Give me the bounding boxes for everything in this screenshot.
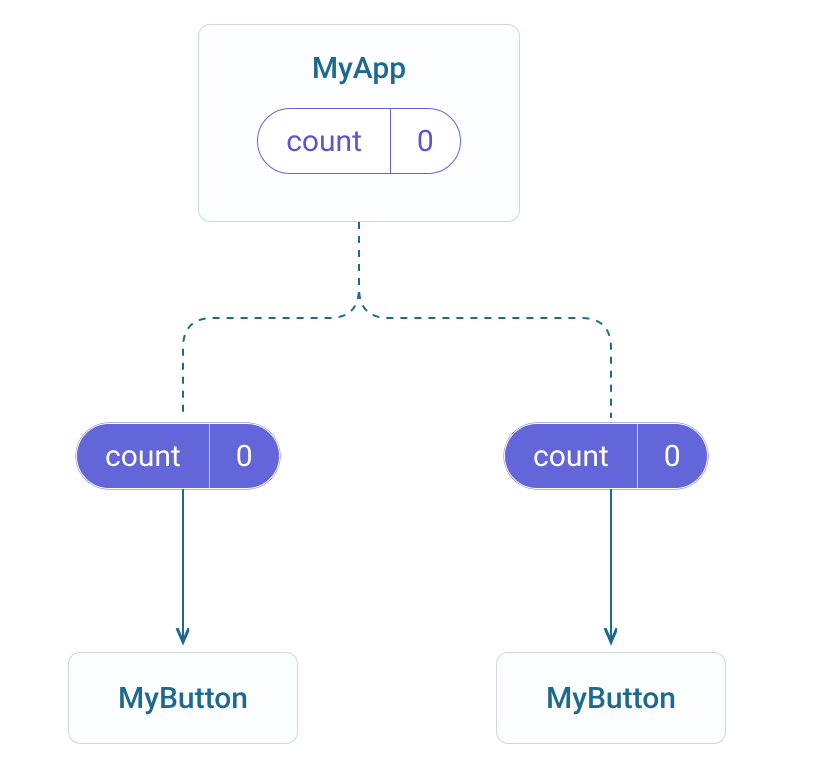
prop-label: count — [505, 424, 638, 488]
state-label: count — [258, 109, 391, 173]
state-flow-diagram: MyApp count 0 count 0 count 0 MyButton M… — [0, 0, 820, 770]
prop-label: count — [77, 424, 210, 488]
child-prop-pill-left: count 0 — [76, 423, 280, 489]
child-title: MyButton — [118, 681, 248, 716]
child-prop-pill-right: count 0 — [504, 423, 708, 489]
parent-title: MyApp — [312, 51, 406, 86]
state-value: 0 — [391, 109, 460, 173]
prop-value: 0 — [210, 424, 279, 488]
child-component-card-right: MyButton — [496, 652, 726, 744]
child-component-card-left: MyButton — [68, 652, 298, 744]
parent-component-card: MyApp count 0 — [198, 24, 520, 222]
parent-state-pill: count 0 — [257, 108, 461, 174]
prop-value: 0 — [638, 424, 707, 488]
child-title: MyButton — [546, 681, 676, 716]
